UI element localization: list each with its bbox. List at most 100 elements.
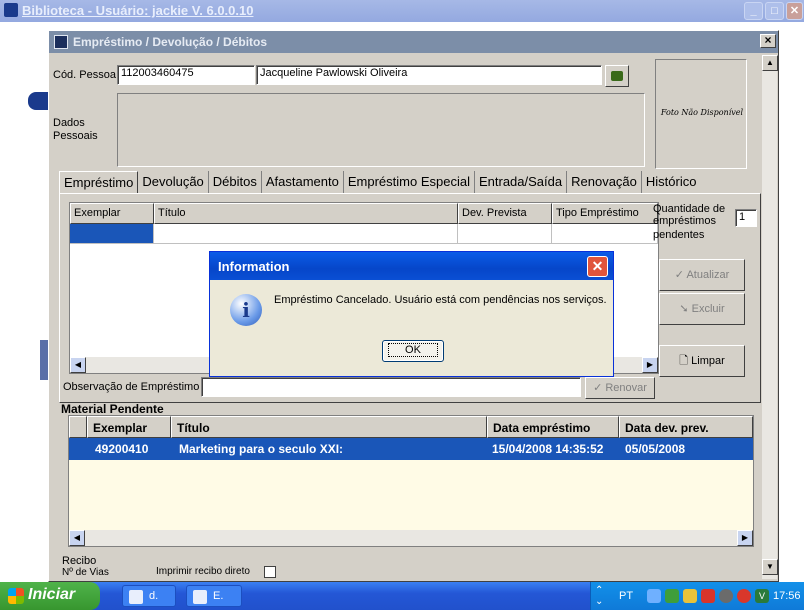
background-decoration: [40, 340, 48, 380]
info-message: Empréstimo Cancelado. Usuário está com p…: [274, 294, 607, 306]
grid-cell[interactable]: [458, 224, 552, 244]
taskbar: Iniciar d. E. ⌃ ⌄ PT V 17:56: [0, 582, 804, 610]
dialog-title: Empréstimo / Devolução / Débitos: [73, 35, 268, 49]
minimize-button[interactable]: _: [744, 2, 763, 20]
tab-entrada-saida[interactable]: Entrada/Saída: [475, 171, 568, 193]
key-search-icon: [611, 71, 623, 81]
direct-print-checkbox[interactable]: [264, 566, 276, 578]
observation-input[interactable]: [201, 377, 581, 397]
background-logo-shape: [28, 92, 48, 110]
dialog-vertical-scrollbar[interactable]: ▲ ▼: [761, 55, 778, 579]
tab-afastamento[interactable]: Afastamento: [262, 171, 344, 193]
row-exemplar: 49200410: [95, 442, 149, 456]
check-icon: ✓: [593, 382, 606, 394]
renew-button[interactable]: ✓ Renovar: [585, 377, 655, 399]
table-row[interactable]: 49200410 Marketing para o seculo XXI: 15…: [69, 438, 753, 460]
person-code-label: Cód. Pessoa: [53, 69, 116, 81]
column-header-titulo[interactable]: Título: [154, 203, 458, 224]
tray-icon[interactable]: [647, 589, 661, 603]
tab-renovacao[interactable]: Renovação: [567, 171, 642, 193]
delete-button-label: Excluir: [691, 303, 725, 315]
taskbar-item-label: d.: [149, 590, 159, 602]
tray-icon[interactable]: [719, 589, 733, 603]
taskbar-item[interactable]: d.: [122, 585, 176, 607]
windows-logo-icon: [8, 588, 24, 604]
column-header-exemplar[interactable]: Exemplar: [87, 416, 171, 438]
start-button[interactable]: Iniciar: [0, 582, 100, 610]
scroll-down-button[interactable]: ▼: [762, 559, 778, 575]
tab-historico[interactable]: Histórico: [642, 171, 701, 193]
tray-icon[interactable]: [737, 589, 751, 603]
person-code-input[interactable]: 112003460475: [117, 65, 255, 85]
maximize-button[interactable]: □: [765, 2, 784, 20]
row-titulo: Marketing para o seculo XXI:: [179, 442, 344, 456]
column-header-dev-prevista[interactable]: Dev. Prevista: [458, 203, 552, 224]
ok-button[interactable]: OK: [382, 340, 444, 362]
personal-data-label: Dados: [53, 117, 85, 129]
system-tray: ⌃ ⌄ PT V 17:56: [590, 582, 804, 610]
pending-grid-horizontal-scrollbar[interactable]: ◀ ▶: [69, 530, 753, 546]
pending-count-label: Quantidade de: [653, 203, 726, 215]
grid-cell[interactable]: [552, 224, 658, 244]
direct-print-label: Imprimir recibo direto: [156, 566, 250, 577]
tray-expand-icon[interactable]: ⌃ ⌄: [595, 585, 603, 607]
tab-devolucao[interactable]: Devolução: [138, 171, 209, 193]
update-button[interactable]: ✓ Atualizar: [659, 259, 745, 291]
column-header-data-dev-prev[interactable]: Data dev. prev.: [619, 416, 753, 438]
scroll-right-button[interactable]: ▶: [737, 530, 753, 546]
tab-emprestimo[interactable]: Empréstimo: [59, 171, 139, 193]
start-button-label: Iniciar: [28, 586, 76, 603]
column-header-exemplar[interactable]: Exemplar: [70, 203, 154, 224]
delete-button[interactable]: ➘ Excluir: [659, 293, 745, 325]
tray-icon[interactable]: [665, 589, 679, 603]
personal-data-panel: [117, 93, 645, 167]
clear-button[interactable]: 🗋 Limpar: [659, 345, 745, 377]
clear-button-label: Limpar: [691, 355, 725, 367]
renew-button-label: Renovar: [605, 382, 647, 394]
row-indicator-header: [69, 416, 87, 438]
pending-count-label: pendentes: [653, 229, 705, 241]
scroll-left-button[interactable]: ◀: [69, 530, 85, 546]
info-dialog-title: Information: [218, 259, 290, 274]
grid-selected-cell[interactable]: [70, 224, 154, 244]
pending-count-value: 1: [735, 209, 757, 227]
column-header-titulo[interactable]: Título: [171, 416, 487, 438]
tray-icon[interactable]: V: [755, 589, 769, 603]
information-dialog: Information ✕ i Empréstimo Cancelado. Us…: [209, 251, 614, 377]
language-indicator[interactable]: PT: [619, 590, 633, 602]
person-name-input[interactable]: Jacqueline Pawlowski Oliveira: [256, 65, 602, 85]
tab-debitos[interactable]: Débitos: [209, 171, 262, 193]
delete-icon: ➘: [679, 303, 692, 315]
scroll-right-button[interactable]: ▶: [642, 357, 658, 373]
tray-icon[interactable]: [683, 589, 697, 603]
app-title: Biblioteca - Usuário: jackie V. 6.0.0.10: [22, 3, 254, 18]
copies-label: Nº de Vias: [62, 567, 109, 578]
ok-button-label: OK: [388, 343, 438, 357]
observation-label: Observação de Empréstimo: [63, 381, 200, 393]
info-dialog-close-button[interactable]: ✕: [587, 256, 608, 277]
tab-emprestimo-especial[interactable]: Empréstimo Especial: [344, 171, 475, 193]
grid-cell[interactable]: [154, 224, 458, 244]
dialog-titlebar[interactable]: Empréstimo / Devolução / Débitos ×: [49, 31, 778, 53]
document-icon: 🗋: [679, 355, 692, 367]
dialog-icon: [54, 35, 68, 49]
info-dialog-titlebar[interactable]: Information ✕: [210, 252, 613, 280]
column-header-data-emprestimo[interactable]: Data empréstimo: [487, 416, 619, 438]
photo-placeholder-text: Foto Não Disponível: [660, 108, 744, 117]
app-icon: [193, 590, 207, 604]
tray-icon[interactable]: [701, 589, 715, 603]
close-button[interactable]: ✕: [786, 2, 803, 20]
taskbar-item[interactable]: E.: [186, 585, 242, 607]
search-person-button[interactable]: [605, 65, 629, 87]
column-header-tipo-emprestimo[interactable]: Tipo Empréstimo: [552, 203, 658, 224]
scroll-up-button[interactable]: ▲: [762, 55, 778, 71]
scroll-left-button[interactable]: ◀: [70, 357, 86, 373]
pending-material-grid[interactable]: Exemplar Título Data empréstimo Data dev…: [68, 415, 754, 547]
clock[interactable]: 17:56: [773, 590, 801, 602]
row-data-emprestimo: 15/04/2008 14:35:52: [492, 442, 604, 456]
receipt-group-label: Recibo: [62, 555, 97, 567]
check-icon: ✓: [674, 269, 687, 281]
dialog-close-button[interactable]: ×: [760, 34, 776, 48]
app-titlebar[interactable]: Biblioteca - Usuário: jackie V. 6.0.0.10…: [0, 0, 804, 22]
tab-bar: Empréstimo Devolução Débitos Afastamento…: [59, 171, 700, 193]
